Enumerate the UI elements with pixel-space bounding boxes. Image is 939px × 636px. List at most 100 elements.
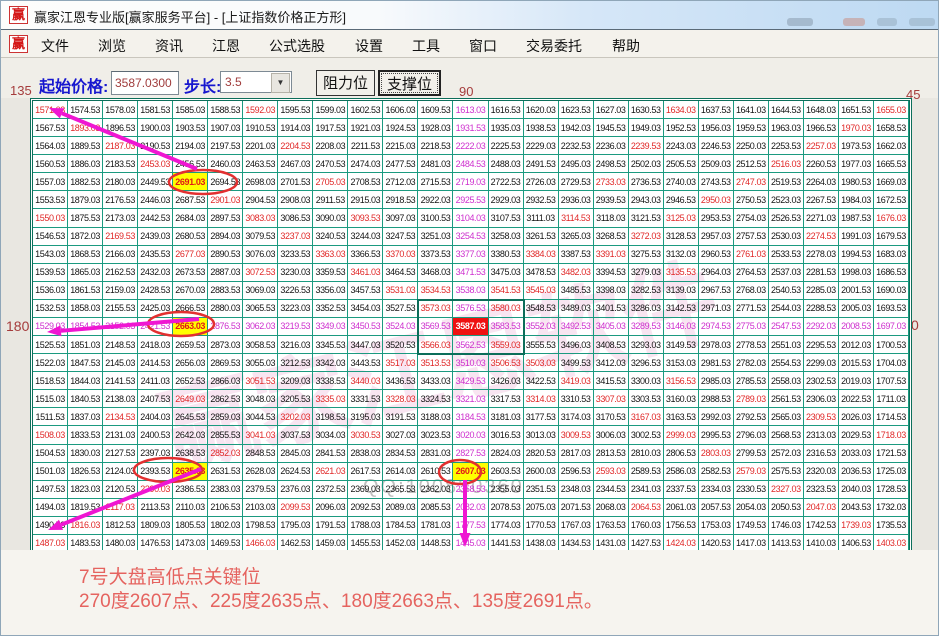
grid-cell[interactable]: 2666.53 [173, 299, 209, 318]
grid-cell[interactable]: 2302.53 [803, 372, 839, 391]
grid-cell[interactable]: 3114.53 [558, 209, 594, 228]
grid-cell[interactable]: 3489.03 [558, 299, 594, 318]
grid-cell[interactable]: 3093.53 [348, 209, 384, 228]
grid-cell[interactable]: 1641.03 [733, 101, 769, 120]
grid-cell[interactable]: 1984.03 [838, 191, 874, 210]
grid-cell[interactable]: 2505.53 [663, 155, 699, 174]
grid-cell[interactable]: 3006.03 [593, 426, 629, 445]
grid-cell[interactable]: 2113.53 [138, 498, 174, 517]
grid-cell[interactable]: 2005.03 [838, 299, 874, 318]
grid-cell[interactable]: 2012.03 [838, 336, 874, 355]
grid-cell[interactable]: 2855.53 [208, 426, 244, 445]
grid-cell[interactable]: 2834.53 [383, 444, 419, 463]
grid-cell[interactable]: 1588.53 [208, 101, 244, 120]
grid-cell[interactable]: 2957.03 [698, 227, 734, 246]
grid-cell[interactable]: 2988.53 [698, 390, 734, 409]
grid-cell[interactable]: 3573.03 [418, 299, 454, 318]
grid-cell[interactable]: 2400.53 [138, 426, 174, 445]
grid-cell[interactable]: 2222.03 [453, 137, 489, 156]
grid-cell[interactable]: 3216.03 [278, 336, 314, 355]
menu-item-news[interactable]: 资讯 [153, 36, 185, 56]
grid-cell[interactable]: 2761.03 [733, 245, 769, 264]
grid-cell[interactable]: 2897.53 [208, 209, 244, 228]
grid-cell[interactable]: 2285.03 [803, 281, 839, 300]
grid-cell[interactable]: 2057.53 [698, 498, 734, 517]
grid-cell[interactable]: 3436.53 [383, 372, 419, 391]
grid-cell[interactable]: 3555.53 [523, 336, 559, 355]
grid-cell[interactable]: 3072.53 [243, 263, 279, 282]
grid-cell[interactable]: 1868.53 [68, 245, 104, 264]
grid-cell[interactable]: 2204.53 [278, 137, 314, 156]
grid-cell[interactable]: 2481.03 [418, 155, 454, 174]
grid-cell[interactable]: 1770.53 [523, 516, 559, 535]
grid-cell[interactable]: 1847.53 [68, 354, 104, 373]
grid-cell[interactable]: 2407.53 [138, 390, 174, 409]
grid-cell[interactable]: 2404.03 [138, 408, 174, 427]
grid-cell[interactable]: 3513.53 [418, 354, 454, 373]
grid-cell[interactable]: 3524.03 [383, 317, 419, 337]
grid-cell[interactable]: 1812.53 [103, 516, 139, 535]
grid-cell[interactable]: 3317.53 [488, 390, 524, 409]
grid-cell[interactable]: 3296.53 [628, 354, 664, 373]
grid-cell[interactable]: 1987.53 [838, 209, 874, 228]
grid-cell[interactable]: 2701.53 [278, 173, 314, 192]
grid-cell[interactable]: 1966.53 [803, 119, 839, 138]
grid-cell[interactable]: 1490.53 [33, 516, 69, 535]
grid-cell[interactable]: 3426.03 [488, 372, 524, 391]
grid-cell[interactable]: 3275.53 [628, 245, 664, 264]
grid-cell[interactable]: 3457.53 [348, 281, 384, 300]
grid-cell[interactable]: 2309.53 [803, 408, 839, 427]
grid-cell[interactable]: 2134.53 [103, 408, 139, 427]
grid-cell[interactable]: 1546.53 [33, 227, 69, 246]
grid-cell[interactable]: 1742.53 [803, 516, 839, 535]
grid-cell[interactable]: 3310.53 [558, 390, 594, 409]
grid-cell[interactable]: 2425.03 [138, 299, 174, 318]
grid-cell[interactable]: 3244.03 [348, 227, 384, 246]
grid-cell[interactable]: 2533.53 [768, 245, 804, 264]
grid-cell[interactable]: 1956.03 [698, 119, 734, 138]
grid-cell[interactable]: 1637.53 [698, 101, 734, 120]
menu-item-trade[interactable]: 交易委托 [524, 36, 584, 56]
grid-cell[interactable]: 3419.03 [558, 372, 594, 391]
grid-cell[interactable]: 2971.03 [698, 299, 734, 318]
grid-cell[interactable]: 2593.03 [593, 462, 629, 481]
grid-cell[interactable]: 2799.53 [733, 444, 769, 463]
grid-cell[interactable]: 2064.53 [628, 498, 664, 517]
grid-cell[interactable]: 2176.53 [103, 191, 139, 210]
grid-cell[interactable]: 1830.03 [68, 444, 104, 463]
grid-cell[interactable]: 2537.03 [768, 263, 804, 282]
grid-cell[interactable]: 2201.03 [243, 137, 279, 156]
grid-cell[interactable]: 2908.03 [278, 191, 314, 210]
grid-cell[interactable]: 3065.53 [243, 299, 279, 318]
grid-cell[interactable]: 3023.53 [418, 426, 454, 445]
grid-cell[interactable]: 2103.03 [243, 498, 279, 517]
grid-cell[interactable]: 2876.53 [208, 317, 244, 337]
grid-cell[interactable]: 1606.03 [383, 101, 419, 120]
grid-cell[interactable]: 3338.53 [313, 372, 349, 391]
grid-cell[interactable]: 1497.53 [33, 480, 69, 499]
grid-cell[interactable]: 2936.03 [558, 191, 594, 210]
grid-cell[interactable]: 3370.03 [383, 245, 419, 264]
grid-cell[interactable]: 2698.03 [243, 173, 279, 192]
grid-cell[interactable]: 1760.03 [628, 516, 664, 535]
grid-cell[interactable]: 2054.03 [733, 498, 769, 517]
grid-cell[interactable]: 2253.53 [768, 137, 804, 156]
grid-cell[interactable]: 2544.03 [768, 299, 804, 318]
grid-cell[interactable]: 2785.53 [733, 372, 769, 391]
grid-cell[interactable]: 2775.03 [733, 317, 769, 337]
grid-cell[interactable]: 2033.03 [838, 444, 874, 463]
grid-cell[interactable]: 2915.03 [348, 191, 384, 210]
grid-cell[interactable]: 3013.03 [523, 426, 559, 445]
grid-cell[interactable]: 1676.03 [873, 209, 909, 228]
grid-cell[interactable]: 2341.03 [628, 480, 664, 499]
key-level-cell[interactable]: 2691.03 [173, 173, 209, 192]
grid-cell[interactable]: 2029.53 [838, 426, 874, 445]
grid-cell[interactable]: 3202.03 [278, 408, 314, 427]
grid-cell[interactable]: 1844.03 [68, 372, 104, 391]
grid-cell[interactable]: 2040.03 [838, 480, 874, 499]
grid-cell[interactable]: 3475.03 [488, 263, 524, 282]
grid-cell[interactable]: 3303.53 [628, 390, 664, 409]
grid-cell[interactable]: 2512.53 [733, 155, 769, 174]
grid-cell[interactable]: 2428.53 [138, 281, 174, 300]
grid-cell[interactable]: 3541.53 [488, 281, 524, 300]
